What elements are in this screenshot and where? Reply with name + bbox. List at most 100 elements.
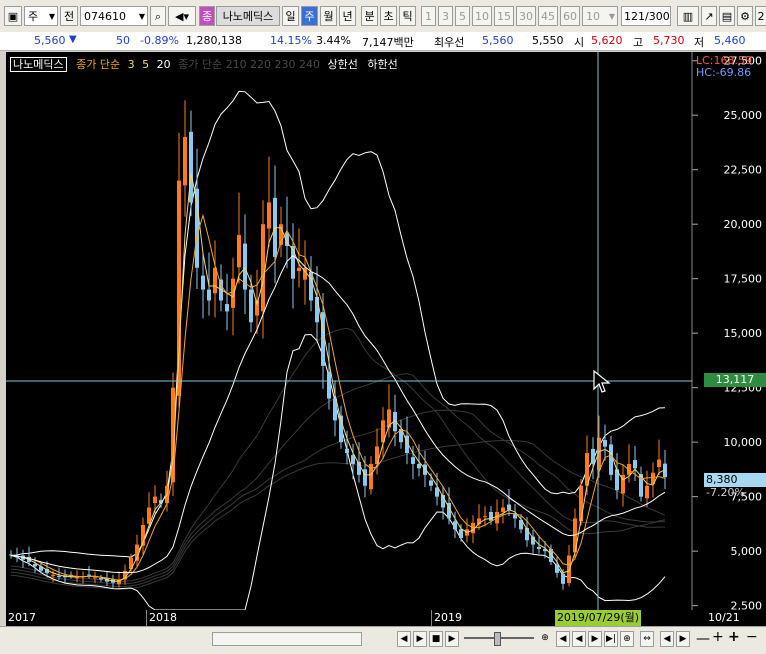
gear-icon[interactable]: ⚙	[737, 6, 753, 26]
candle-body	[261, 224, 265, 312]
candle-body	[225, 304, 229, 312]
best-quote-label: 최우선	[434, 36, 465, 49]
save-icon[interactable]: ▤	[719, 6, 735, 26]
low-label: 저	[694, 36, 705, 49]
scroll-end-icon[interactable]: ▶|	[604, 631, 618, 647]
candle-body	[555, 564, 559, 573]
interval-second[interactable]: 초	[380, 6, 397, 26]
down-arrow-icon: ▼	[69, 34, 77, 45]
scroll-left-icon[interactable]: ◀	[556, 631, 570, 647]
compress-icon[interactable]: ⇔	[640, 631, 654, 647]
minute-45[interactable]: 45	[538, 6, 558, 26]
play-icon[interactable]: ▶	[445, 631, 459, 647]
candle-body	[183, 137, 187, 186]
x-divider	[431, 610, 432, 626]
y-tick-label: 17,500	[724, 273, 763, 286]
market-select[interactable]: 주 ▼	[24, 6, 58, 26]
minute-60[interactable]: 60	[560, 6, 580, 26]
zoom-slider-handle[interactable]	[494, 632, 501, 646]
candle-body	[513, 514, 517, 519]
y-tick-label: 22,500	[724, 164, 763, 177]
legend-faint-ma: 종가 단순 210 220 230 240	[178, 58, 321, 71]
compare-icon[interactable]: ↗	[701, 6, 717, 26]
zoom-out-icon[interactable]: —	[696, 631, 710, 647]
code-input[interactable]: 074610 ▼	[80, 6, 148, 26]
candle-body	[201, 275, 205, 290]
candle-body	[51, 575, 55, 577]
minute-15[interactable]: 15	[494, 6, 514, 26]
stock-name: 나노메딕스	[216, 6, 280, 26]
scroll-left-icon[interactable]: ◀	[660, 631, 674, 647]
current-price: 5,560	[34, 34, 66, 47]
candle-body	[207, 289, 211, 301]
candle-body	[633, 460, 637, 469]
candle-body	[537, 546, 541, 549]
interval-minute[interactable]: 분	[361, 6, 378, 26]
period-month[interactable]: 월	[320, 6, 337, 26]
y-tick-label: 25,000	[724, 109, 763, 122]
minute-5[interactable]: 5	[455, 6, 470, 26]
chart-legend: 나노메딕스 종가 단순 3 5 20 종가 단순 210 220 230 240…	[10, 56, 398, 72]
counter-field[interactable]: 121/300	[621, 6, 671, 26]
interval-tick[interactable]: 틱	[399, 6, 416, 26]
hc-readout: HC:-69.86	[696, 66, 752, 79]
toolbar: ▣ 주 ▼ 전 074610 ▼ ⌕ ◀▾ 종 나노메딕스 일 주 월 년 분 초 …	[0, 0, 766, 33]
candle-body	[237, 235, 241, 268]
period-year[interactable]: 년	[339, 6, 356, 26]
last-percent: -7.20%	[706, 486, 745, 499]
search-icon[interactable]: ⌕	[150, 6, 166, 26]
minute-1[interactable]: 1	[421, 6, 436, 26]
speaker-icon[interactable]: ◀▾	[168, 6, 196, 26]
turnover: 3.44%	[316, 34, 351, 47]
chart-tools-icon[interactable]: ▥	[677, 6, 699, 26]
zoom-in-icon[interactable]: +	[712, 629, 724, 645]
candle-body	[453, 521, 457, 530]
legend-stock-name: 나노메딕스	[10, 57, 67, 72]
zoom-out-icon[interactable]: −	[746, 629, 758, 645]
panel-icon[interactable]: ▣	[4, 6, 22, 26]
scroll-left-icon[interactable]: ◀	[397, 631, 411, 647]
high-price: 5,730	[653, 34, 685, 47]
minute-30[interactable]: 30	[516, 6, 536, 26]
open-price: 5,620	[591, 34, 623, 47]
scroll-right-icon[interactable]: ▶	[588, 631, 602, 647]
volume-percent: 14.15%	[270, 34, 312, 47]
chevron-down-icon: ▼	[138, 12, 145, 21]
quote-bar: 5,560 ▼ 50 -0.89% 1,280,138 14.15% 3.44%…	[0, 32, 766, 51]
candle-body	[87, 574, 91, 576]
candle-body	[483, 516, 487, 518]
ma5-line	[10, 213, 666, 581]
scroll-right-icon[interactable]: ▶	[676, 631, 690, 647]
type-button[interactable]: 전	[60, 6, 78, 26]
candle-body	[33, 564, 37, 567]
period-week[interactable]: 주	[301, 6, 318, 26]
price-chart[interactable]: 2,500 5,000 7,500 10,000 12,500 15,000 17,500 2…	[6, 52, 766, 610]
chart-canvas[interactable]: 2,5005,0007,50010,00012,50015,00017,5002…	[6, 52, 766, 610]
candle-body	[579, 485, 583, 522]
stop-icon[interactable]: ■	[429, 631, 443, 647]
x-label-2018: 2018	[149, 611, 177, 624]
count-select[interactable]: 10 ▼	[582, 6, 618, 26]
y-tick-label: 10,000	[724, 436, 763, 449]
zoom-in-icon[interactable]: +	[728, 629, 740, 645]
code-value: 074610	[84, 10, 126, 23]
candle-body	[345, 448, 349, 454]
minute-10[interactable]: 10	[472, 6, 492, 26]
minute-3[interactable]: 3	[438, 6, 453, 26]
chart-type-icon[interactable]: ⊕	[538, 631, 552, 647]
scroll-right-icon[interactable]: ▶	[413, 631, 427, 647]
zoom-icon[interactable]: ⊕	[620, 631, 634, 647]
scroll-left-icon[interactable]: ◀	[572, 631, 586, 647]
x-divider	[146, 610, 147, 626]
bid-price: 5,550	[532, 34, 564, 47]
candle-body	[459, 529, 463, 539]
candle-body	[93, 577, 97, 579]
period-day[interactable]: 일	[282, 6, 299, 26]
candle-body	[429, 480, 433, 486]
change-percent: -0.89%	[140, 34, 179, 47]
candle-body	[75, 577, 79, 579]
history-scrollbar[interactable]	[212, 632, 362, 646]
volume: 1,280,138	[186, 34, 242, 47]
faint-ma-line	[10, 409, 666, 588]
last-price-label: 8,380	[704, 473, 766, 487]
